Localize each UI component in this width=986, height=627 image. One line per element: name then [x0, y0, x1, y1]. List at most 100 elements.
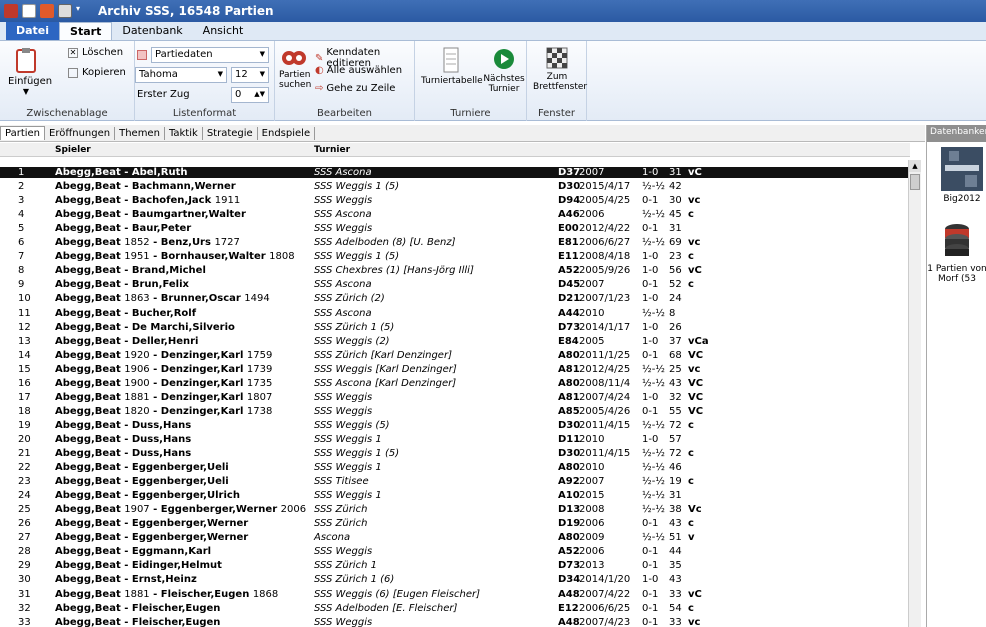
table-row[interactable]: 17 Abegg,Beat 1881 - Denzinger,Karl 1807 S… — [0, 392, 908, 403]
table-row[interactable]: 16 Abegg,Beat 1900 - Denzinger,Karl 1735 S… — [0, 378, 908, 389]
tab-datei[interactable]: Datei — [6, 22, 60, 40]
tournament-cell: SSS Zürich — [314, 504, 368, 516]
tab-datenbank[interactable]: Datenbank — [112, 22, 192, 40]
table-row[interactable]: 21 Abegg,Beat - Duss,Hans SSS Weggis 1 (5)… — [0, 448, 908, 459]
table-row[interactable]: 7 Abegg,Beat 1951 - Bornhauser,Walter 180… — [0, 251, 908, 262]
table-row[interactable]: 23 Abegg,Beat - Eggenberger,Ueli SSS Titis… — [0, 476, 908, 487]
tab-ansicht[interactable]: Ansicht — [193, 22, 254, 40]
eco-cell: D73 — [558, 560, 581, 572]
font-value: Tahoma — [139, 69, 178, 80]
table-row[interactable]: 30 Abegg,Beat - Ernst,Heinz SSS Zürich 1 (… — [0, 574, 908, 585]
table-row[interactable]: 2 Abegg,Beat - Bachmann,Werner SSS Weggis … — [0, 181, 908, 192]
open-folder-icon[interactable] — [40, 4, 54, 18]
table-row[interactable]: 20 Abegg,Beat - Duss,Hans SSS Weggis 1 D11 2… — [0, 434, 908, 445]
goto-row-button[interactable]: ⇨ Gehe zu Zeile — [315, 83, 395, 94]
board-window-button[interactable]: Zum Brettfenster — [533, 47, 587, 92]
result-cell: 1-0 — [642, 167, 659, 178]
players-cell: Abegg,Beat 1920 - Denzinger,Karl 1759 — [55, 349, 273, 361]
customize-dropdown-icon[interactable]: ▾ — [76, 4, 84, 18]
white-elo: 1881 — [124, 391, 150, 403]
new-document-icon[interactable] — [22, 4, 36, 18]
table-row[interactable]: 14 Abegg,Beat 1920 - Denzinger,Karl 1759 S… — [0, 350, 908, 361]
table-row[interactable]: 12 Abegg,Beat - De Marchi,Silverio SSS Zür… — [0, 322, 908, 333]
table-row[interactable]: 15 Abegg,Beat 1906 - Denzinger,Karl 1739 S… — [0, 364, 908, 375]
table-row[interactable]: 24 Abegg,Beat - Eggenberger,Ulrich SSS Weg… — [0, 490, 908, 501]
moves-cell: 55 — [669, 405, 682, 417]
tab-start[interactable]: Start — [59, 22, 113, 40]
font-select[interactable]: Tahoma ▼ — [135, 67, 227, 83]
result-cell: 1-0 — [642, 433, 659, 445]
table-row[interactable]: 8 Abegg,Beat - Brand,Michel SSS Chexbres (… — [0, 265, 908, 276]
delete-button[interactable]: ✕ Löschen — [68, 47, 123, 58]
table-row[interactable]: 4 Abegg,Beat - Baumgartner,Walter SSS Asco… — [0, 209, 908, 220]
table-row[interactable]: 32 Abegg,Beat - Fleischer,Eugen SSS Adelbo… — [0, 603, 908, 614]
table-row[interactable]: 26 Abegg,Beat - Eggenberger,Werner SSS Zür… — [0, 518, 908, 529]
tournament-cell: SSS Weggis — [314, 616, 373, 627]
save-icon[interactable] — [58, 4, 72, 18]
table-row[interactable]: 31 Abegg,Beat 1881 - Fleischer,Eugen 1868… — [0, 589, 908, 600]
vertical-scrollbar[interactable]: ▲ — [908, 160, 921, 627]
black-elo: 2006 — [280, 504, 307, 516]
subtab-eroeffnungen[interactable]: Eröffnungen — [45, 126, 116, 140]
table-row[interactable]: 5 Abegg,Beat - Baur,Peter SSS Weggis E00 201… — [0, 223, 908, 234]
subtab-strategie[interactable]: Strategie — [203, 126, 258, 140]
table-row[interactable]: 29 Abegg,Beat - Eidinger,Helmut SSS Zürich… — [0, 560, 908, 571]
table-row[interactable]: 33 Abegg,Beat - Fleischer,Eugen SSS Weggis… — [0, 617, 908, 627]
group-label-clipboard: Zwischenablage — [26, 108, 108, 119]
select-all-button[interactable]: ◐ Alle auswählen — [315, 65, 402, 76]
table-row[interactable]: 18 Abegg,Beat 1820 - Denzinger,Karl 1738 S… — [0, 406, 908, 417]
date-cell: 2009 — [579, 532, 605, 544]
annotation-cell: c — [688, 251, 694, 263]
subtab-endspiele[interactable]: Endspiele — [258, 126, 316, 140]
table-row[interactable]: 28 Abegg,Beat - Eggmann,Karl SSS Weggis A52… — [0, 546, 908, 557]
column-header-tournament[interactable]: Turnier — [314, 145, 350, 155]
moves-cell: 42 — [669, 181, 682, 193]
search-games-button[interactable]: Partien suchen — [279, 49, 311, 90]
table-row[interactable]: 9 Abegg,Beat - Brun,Felix SSS Ascona D45 200… — [0, 279, 908, 290]
moves-cell: 30 — [669, 195, 682, 207]
tournament-cell: SSS Weggis 1 (5) — [314, 251, 400, 263]
scroll-thumb[interactable] — [910, 174, 920, 190]
black-elo: 1807 — [246, 391, 273, 403]
eco-cell: D21 — [558, 293, 581, 305]
table-row[interactable]: 10 Abegg,Beat 1863 - Brunner,Oscar 1494 SS… — [0, 293, 908, 304]
table-row[interactable]: 27 Abegg,Beat - Eggenberger,Werner Ascona A… — [0, 532, 908, 543]
next-play-icon — [494, 49, 514, 69]
eco-cell: A52 — [558, 546, 580, 558]
tournament-cell: SSS Adelboden (8) [U. Benz] — [314, 237, 456, 249]
subtab-themen[interactable]: Themen — [115, 126, 165, 140]
moves-cell: 33 — [669, 616, 682, 627]
first-move-stepper[interactable]: 0 ▲▼ — [231, 87, 269, 103]
table-row[interactable]: 13 Abegg,Beat - Deller,Henri SSS Weggis (2… — [0, 336, 908, 347]
next-tournament-button[interactable]: Nächstes Turnier — [483, 47, 525, 94]
subtab-partien[interactable]: Partien — [0, 126, 46, 140]
tournament-cell: SSS Zürich 1 (6) — [314, 574, 395, 586]
eco-cell: E12 — [558, 602, 579, 614]
databases-panel-header: Datenbanken — [927, 125, 986, 142]
annotation-cell: vc — [688, 195, 701, 207]
table-row[interactable]: 22 Abegg,Beat - Eggenberger,Ueli SSS Weggi… — [0, 462, 908, 473]
list-mode-select[interactable]: Partiedaten ▼ — [151, 47, 269, 63]
copy-button[interactable]: Kopieren — [68, 67, 126, 78]
table-row[interactable]: 1 Abegg,Beat - Abel,Ruth SSS Ascona D37 2007… — [0, 167, 908, 179]
row-number: 20 — [18, 433, 31, 445]
database-morf[interactable]: 1 Partien von Morf (53 — [927, 221, 986, 284]
font-size-select[interactable]: 12 ▼ — [231, 67, 269, 83]
subtab-taktik[interactable]: Taktik — [165, 126, 203, 140]
table-row[interactable]: 3 Abegg,Beat - Bachofen,Jack 1911 SSS Wegg… — [0, 195, 908, 206]
black-player: Eggenberger,Werner — [160, 504, 278, 516]
tournament-cell: SSS Zürich 1 (5) — [314, 321, 395, 333]
database-big2012[interactable]: Big2012 — [941, 147, 983, 204]
column-header-player[interactable]: Spieler — [55, 145, 91, 155]
tournament-table-button[interactable]: Turniertabelle — [421, 47, 483, 86]
paste-button[interactable]: Einfügen ▼ — [8, 47, 52, 96]
black-player: Duss,Hans — [131, 448, 192, 459]
table-row[interactable]: 6 Abegg,Beat 1852 - Benz,Urs 1727 SSS Adel… — [0, 237, 908, 248]
table-row[interactable]: 11 Abegg,Beat - Bucher,Rolf SSS Ascona A44 2… — [0, 308, 908, 319]
date-cell: 2007/4/22 — [579, 588, 631, 600]
result-cell: ½-½ — [642, 419, 665, 431]
table-row[interactable]: 19 Abegg,Beat - Duss,Hans SSS Weggis (5) D3… — [0, 420, 908, 431]
players-cell: Abegg,Beat 1881 - Fleischer,Eugen 1868 — [55, 588, 279, 600]
table-row[interactable]: 25 Abegg,Beat 1907 - Eggenberger,Werner 2… — [0, 504, 908, 515]
scroll-up-icon[interactable]: ▲ — [909, 160, 921, 172]
